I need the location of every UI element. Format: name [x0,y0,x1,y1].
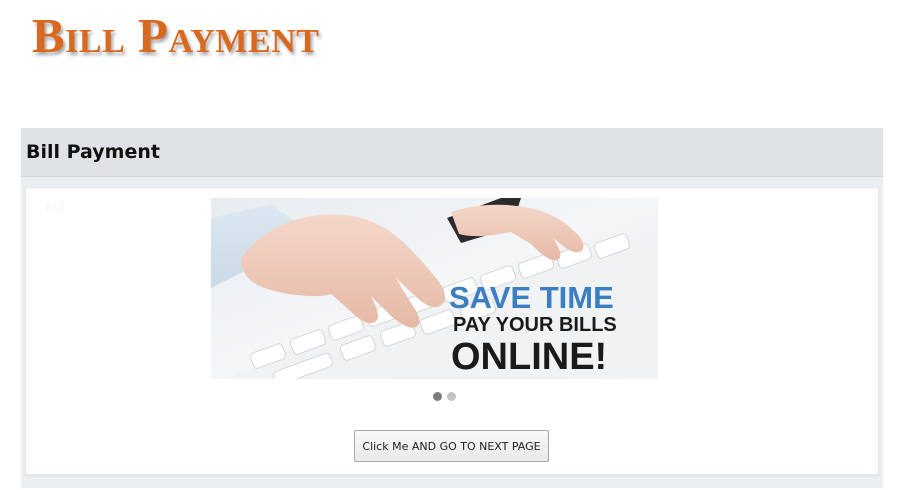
save-time-banner: SAVE TIME PAY YOUR BILLS ONLINE! [211,198,658,379]
next-page-button[interactable]: Click Me AND GO TO NEXT PAGE [354,430,549,462]
carousel-dots [433,392,456,402]
panel-header: Bill Payment [21,128,883,177]
page-title: Bill Payment [32,8,320,63]
banner-line1: SAVE TIME [449,280,614,315]
panel-body: 1 / 2 SAVE TIME PAY YOUR BILLS ONLINE! C… [25,187,879,475]
banner-line2: PAY YOUR BILLS [453,314,617,336]
carousel-dot-2[interactable] [447,392,456,401]
carousel-slide-image: SAVE TIME PAY YOUR BILLS ONLINE! [211,198,658,379]
carousel-dot-1[interactable] [433,392,442,401]
bill-payment-page: Bill Payment Bill Payment 1 / 2 SAVE TIM… [0,0,911,490]
bill-payment-panel: Bill Payment 1 / 2 SAVE TIME PAY YOUR BI… [21,128,883,488]
panel-header-title: Bill Payment [26,141,160,163]
banner-line3: ONLINE! [451,336,607,378]
slide-counter: 1 / 2 [45,202,65,213]
